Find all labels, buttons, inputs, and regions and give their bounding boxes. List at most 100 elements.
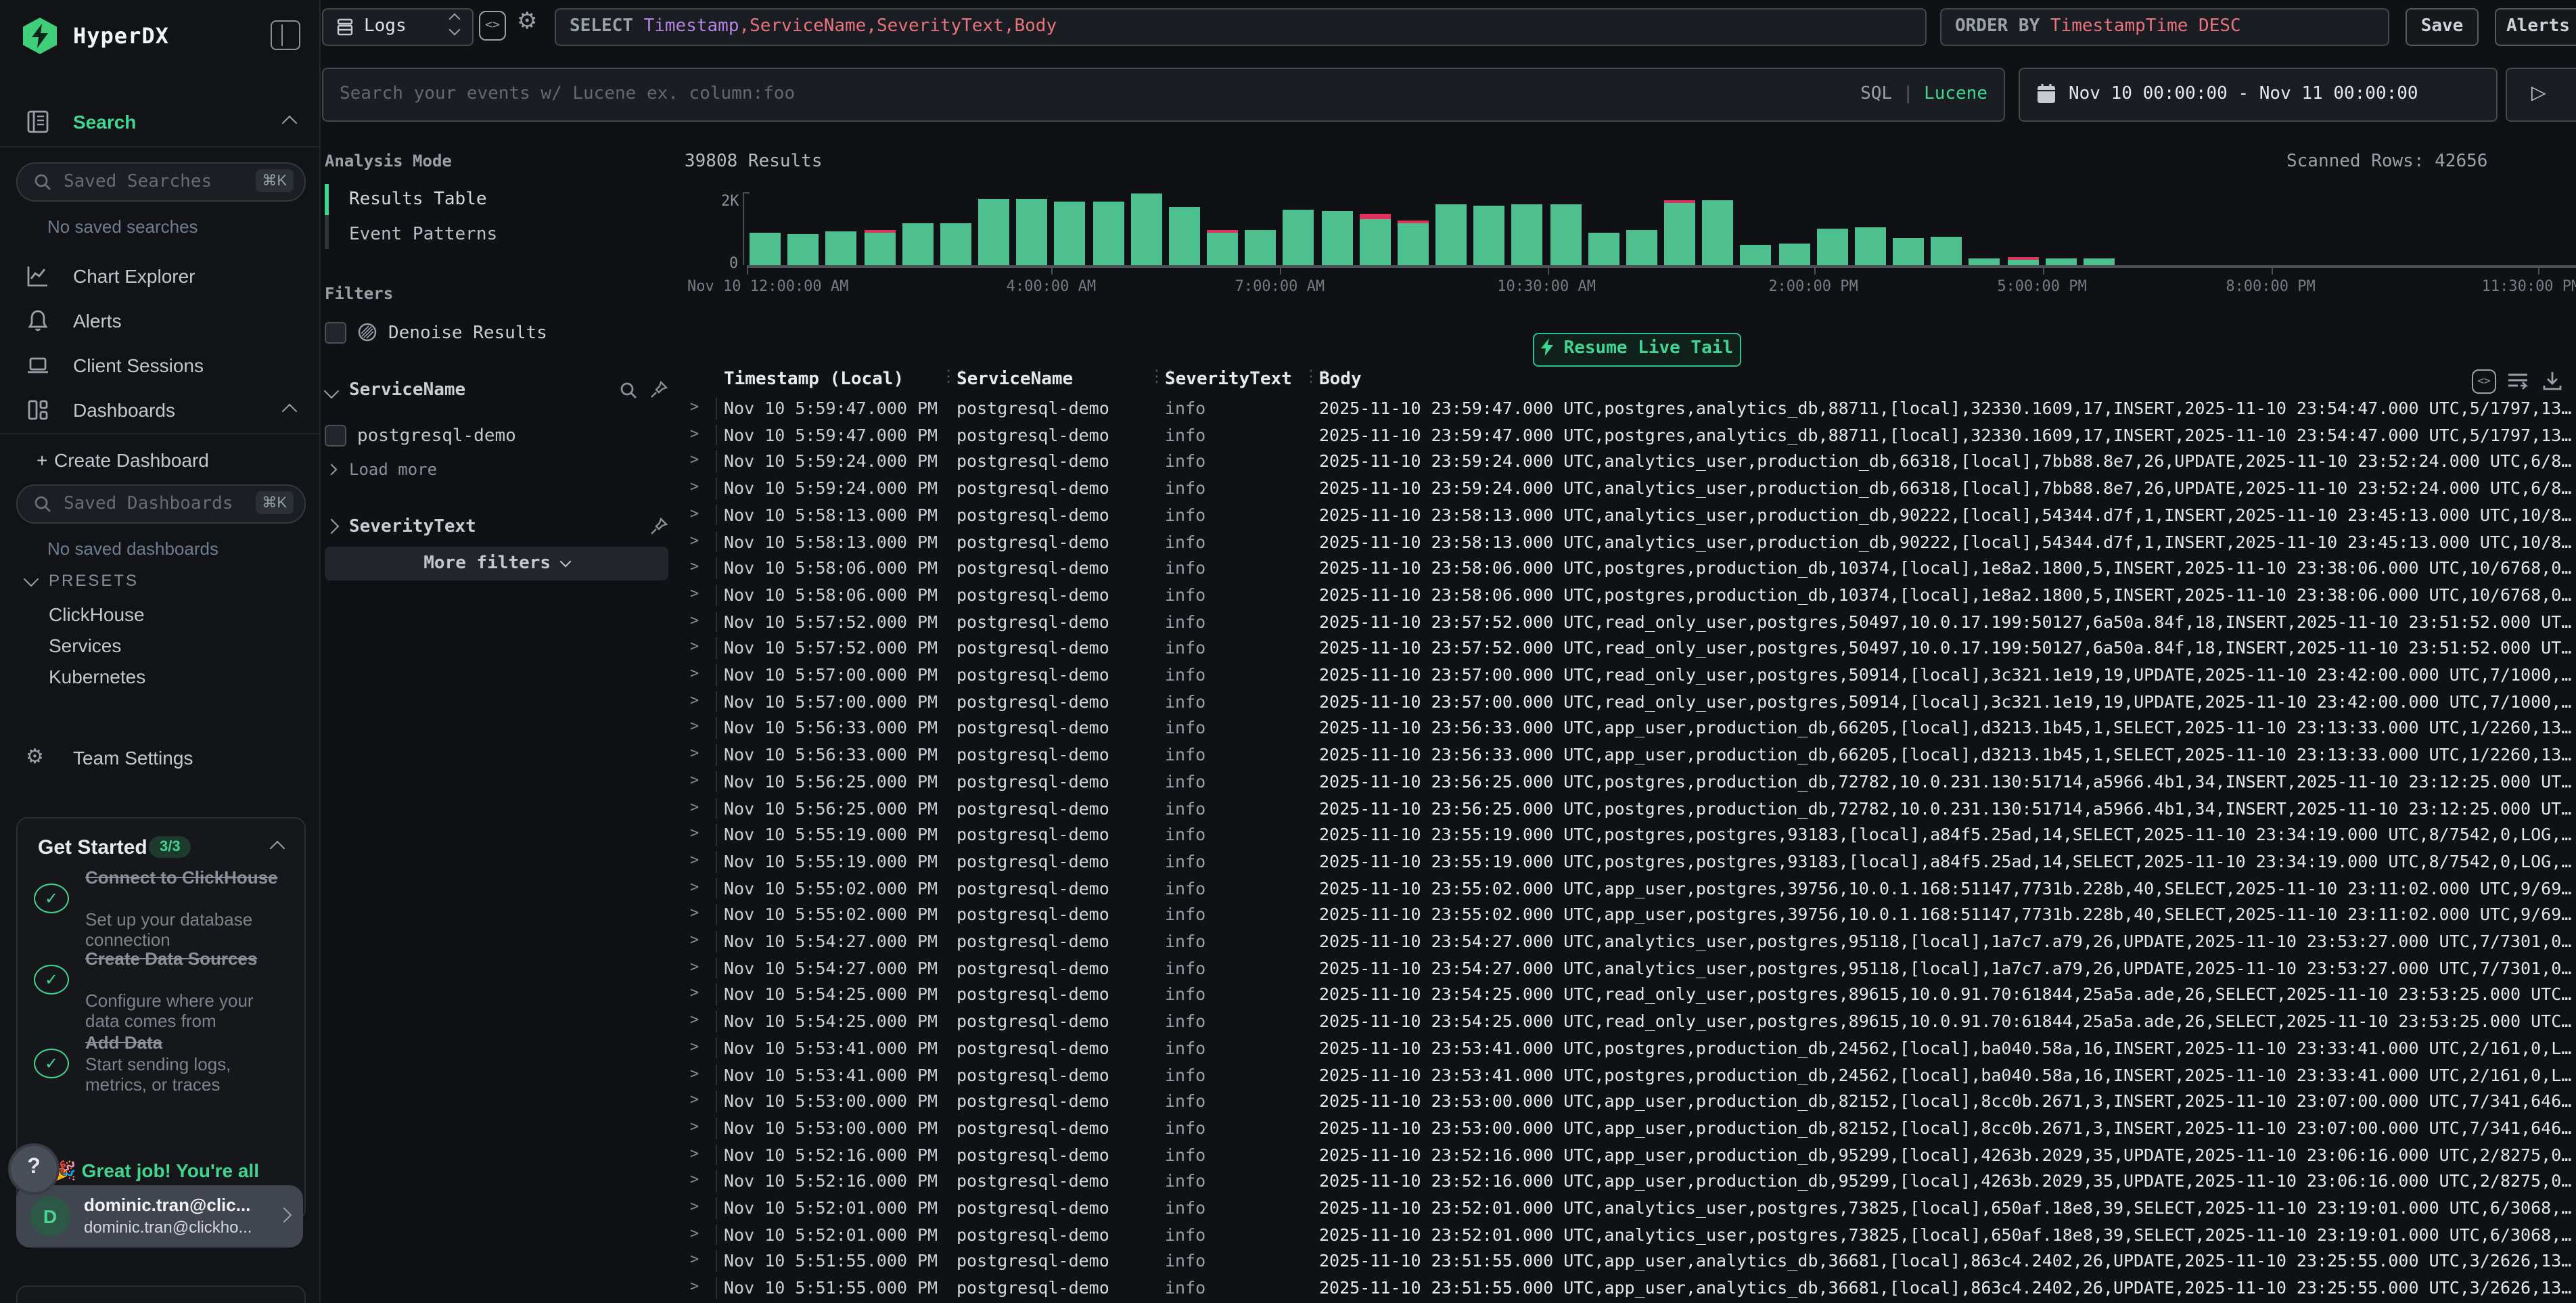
saved-dashboards-input[interactable]: Saved Dashboards ⌘K: [16, 484, 306, 524]
row-expand-chevron-icon[interactable]: >: [690, 1064, 699, 1082]
lucene-option[interactable]: Lucene: [1924, 84, 1987, 104]
row-expand-chevron-icon[interactable]: >: [690, 1144, 699, 1162]
table-row[interactable]: >Nov 10 5:51:55.000 PMpostgresql-demoinf…: [683, 1275, 2576, 1301]
sidebar-item-search[interactable]: Search: [0, 106, 319, 141]
table-row[interactable]: >Nov 10 5:53:00.000 PMpostgresql-demoinf…: [683, 1115, 2576, 1141]
sidebar-item-team-settings[interactable]: ⚙ Team Settings: [0, 741, 319, 777]
histogram-bar[interactable]: [1473, 205, 1504, 265]
table-row[interactable]: >Nov 10 5:57:52.000 PMpostgresql-demoinf…: [683, 608, 2576, 635]
table-row[interactable]: >Nov 10 5:53:41.000 PMpostgresql-demoinf…: [683, 1061, 2576, 1088]
table-row[interactable]: >Nov 10 5:55:19.000 PMpostgresql-demoinf…: [683, 848, 2576, 875]
denoise-label[interactable]: Denoise Results: [388, 323, 547, 344]
order-by-input[interactable]: ORDER BY TimestampTime DESC: [1940, 8, 2389, 46]
table-row[interactable]: >Nov 10 5:54:27.000 PMpostgresql-demoinf…: [683, 928, 2576, 955]
histogram-bar[interactable]: [1207, 230, 1238, 265]
table-row[interactable]: >Nov 10 5:52:16.000 PMpostgresql-demoinf…: [683, 1141, 2576, 1168]
row-expand-chevron-icon[interactable]: >: [690, 611, 699, 628]
expand-json-icon[interactable]: <>: [2472, 369, 2496, 394]
wrap-lines-icon[interactable]: [2507, 372, 2529, 391]
row-expand-chevron-icon[interactable]: >: [690, 1197, 699, 1215]
table-row[interactable]: >Nov 10 5:54:27.000 PMpostgresql-demoinf…: [683, 955, 2576, 981]
histogram-bar[interactable]: [1359, 214, 1390, 266]
saved-searches-input[interactable]: Saved Searches ⌘K: [16, 162, 306, 202]
row-expand-chevron-icon[interactable]: >: [690, 931, 699, 948]
pin-icon[interactable]: [649, 517, 668, 536]
row-expand-chevron-icon[interactable]: >: [690, 798, 699, 815]
filter-group-servicename[interactable]: ServiceName: [349, 380, 465, 401]
row-expand-chevron-icon[interactable]: >: [690, 984, 699, 1002]
col-header-servicename[interactable]: ServiceName: [957, 369, 1073, 390]
histogram-bar[interactable]: [1550, 204, 1581, 265]
col-header-timestamp[interactable]: Timestamp (Local): [724, 369, 904, 390]
table-row[interactable]: >Nov 10 5:55:02.000 PMpostgresql-demoinf…: [683, 875, 2576, 901]
chevron-up-icon[interactable]: [270, 841, 285, 856]
row-expand-chevron-icon[interactable]: >: [690, 771, 699, 789]
get-started-step[interactable]: ✓Create Data SourcesConfigure where your…: [34, 948, 291, 1019]
get-started-step[interactable]: ✓Connect to ClickHouseSet up your databa…: [34, 867, 291, 938]
presets-toggle[interactable]: PRESETS: [49, 571, 139, 590]
histogram-bar[interactable]: [940, 223, 971, 266]
servicename-option-label[interactable]: postgresql-demo: [357, 426, 516, 447]
histogram-bar[interactable]: [2084, 258, 2115, 265]
table-row[interactable]: >Nov 10 5:57:00.000 PMpostgresql-demoinf…: [683, 662, 2576, 688]
mode-results-table[interactable]: Results Table: [349, 189, 487, 210]
sidebar-collapse-icon[interactable]: [271, 20, 300, 50]
preset-item-clickhouse[interactable]: ClickHouse: [49, 603, 145, 625]
histogram-bar[interactable]: [864, 230, 895, 265]
histogram-bar[interactable]: [1055, 202, 1086, 265]
table-row[interactable]: >Nov 10 5:53:00.000 PMpostgresql-demoinf…: [683, 1088, 2576, 1114]
row-expand-chevron-icon[interactable]: >: [690, 905, 699, 922]
histogram-bar[interactable]: [1893, 237, 1924, 265]
histogram-bar[interactable]: [2045, 259, 2076, 266]
table-row[interactable]: >Nov 10 5:59:24.000 PMpostgresql-demoinf…: [683, 449, 2576, 475]
chevron-down-icon[interactable]: [324, 384, 340, 399]
table-row[interactable]: >Nov 10 5:56:33.000 PMpostgresql-demoinf…: [683, 715, 2576, 741]
get-started-step[interactable]: ✓Add DataStart sending logs, metrics, or…: [34, 1032, 291, 1095]
table-row[interactable]: >Nov 10 5:58:13.000 PMpostgresql-demoinf…: [683, 502, 2576, 528]
row-expand-chevron-icon[interactable]: >: [690, 557, 699, 575]
table-row[interactable]: >Nov 10 5:59:47.000 PMpostgresql-demoinf…: [683, 421, 2576, 448]
alerts-button[interactable]: Alerts: [2495, 8, 2576, 46]
row-expand-chevron-icon[interactable]: >: [690, 505, 699, 522]
query-language-toggle[interactable]: SQL | Lucene: [1860, 84, 1987, 104]
denoise-checkbox[interactable]: [325, 322, 346, 344]
table-row[interactable]: >Nov 10 5:57:52.000 PMpostgresql-demoinf…: [683, 635, 2576, 662]
select-clause-input[interactable]: SELECT Timestamp,ServiceName,SeverityTex…: [555, 8, 1927, 46]
sidebar-item-chart-explorer[interactable]: Chart Explorer: [0, 260, 319, 295]
histogram-bar[interactable]: [826, 232, 857, 266]
table-row[interactable]: >Nov 10 5:54:25.000 PMpostgresql-demoinf…: [683, 982, 2576, 1008]
row-expand-chevron-icon[interactable]: >: [690, 718, 699, 735]
table-row[interactable]: >Nov 10 5:56:33.000 PMpostgresql-demoinf…: [683, 741, 2576, 768]
histogram-bar[interactable]: [1092, 201, 1124, 265]
events-histogram[interactable]: 2K 0 Nov 10 12:00:00 AM4:00:00 AM7:00:00…: [683, 181, 2576, 279]
run-query-button[interactable]: ▷: [2506, 68, 2576, 122]
histogram-bar[interactable]: [1664, 200, 1695, 265]
table-row[interactable]: >Nov 10 5:58:06.000 PMpostgresql-demoinf…: [683, 555, 2576, 581]
row-expand-chevron-icon[interactable]: >: [690, 664, 699, 682]
row-expand-chevron-icon[interactable]: >: [690, 585, 699, 602]
preset-item-services[interactable]: Services: [49, 635, 121, 656]
histogram-bar[interactable]: [978, 200, 1009, 266]
gear-icon[interactable]: ⚙: [517, 8, 538, 35]
histogram-bar[interactable]: [1169, 207, 1200, 266]
table-row[interactable]: >Nov 10 5:59:47.000 PMpostgresql-demoinf…: [683, 395, 2576, 421]
col-header-body[interactable]: Body: [1319, 369, 1362, 390]
histogram-bar[interactable]: [1245, 229, 1276, 265]
pin-icon[interactable]: [649, 380, 668, 399]
table-row[interactable]: >Nov 10 5:52:01.000 PMpostgresql-demoinf…: [683, 1195, 2576, 1221]
chevron-right-icon[interactable]: [324, 519, 340, 534]
histogram-bar[interactable]: [1588, 232, 1619, 265]
histogram-bar[interactable]: [2007, 258, 2038, 265]
histogram-bar[interactable]: [1855, 227, 1886, 265]
row-expand-chevron-icon[interactable]: >: [690, 1224, 699, 1241]
histogram-bar[interactable]: [1969, 258, 2000, 265]
histogram-bar[interactable]: [1741, 244, 1772, 265]
preset-item-kubernetes[interactable]: Kubernetes: [49, 666, 145, 687]
sidebar-item-dashboards[interactable]: Dashboards: [0, 394, 319, 429]
histogram-bar[interactable]: [1778, 244, 1810, 265]
results-table[interactable]: >Nov 10 5:59:47.000 PMpostgresql-demoinf…: [683, 395, 2576, 1303]
row-expand-chevron-icon[interactable]: >: [690, 424, 699, 442]
histogram-bar[interactable]: [750, 233, 781, 266]
table-row[interactable]: >Nov 10 5:53:41.000 PMpostgresql-demoinf…: [683, 1035, 2576, 1061]
user-profile-chip[interactable]: D dominic.tran@clic... dominic.tran@clic…: [16, 1185, 303, 1248]
